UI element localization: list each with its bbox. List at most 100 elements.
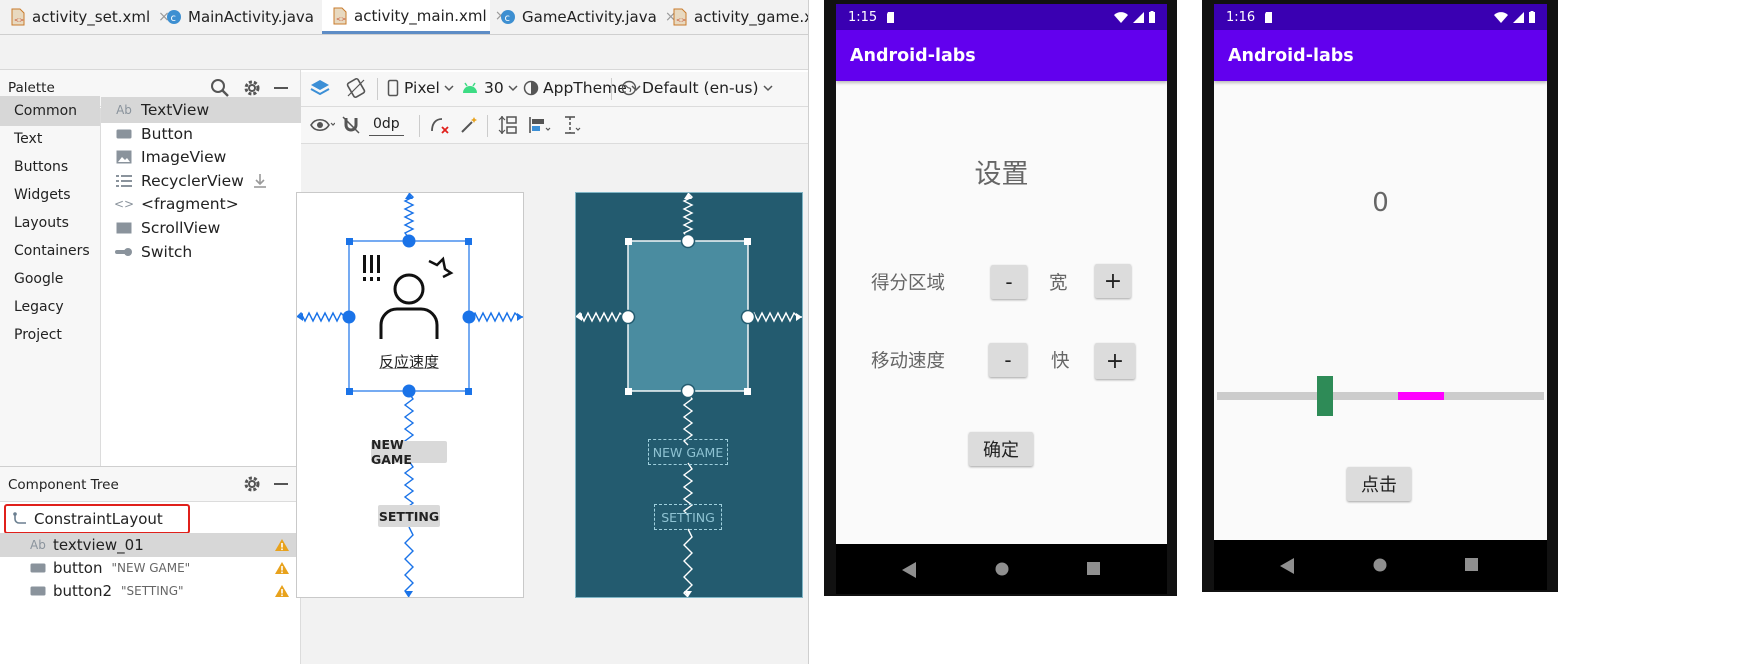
palette-category-buttons[interactable]: Buttons: [0, 152, 100, 182]
move-speed-label: 移动速度: [871, 351, 946, 372]
image-caption: 反应速度: [378, 353, 439, 371]
status-time: 1:15: [848, 9, 878, 25]
margin-value: 0dp: [373, 116, 400, 132]
tab-activity-game-xml[interactable]: <> activity_game.xm: [672, 0, 808, 34]
magic-wand-icon[interactable]: [459, 115, 479, 135]
tree-item-text: "SETTING": [121, 584, 184, 598]
navigation-bar: [1214, 540, 1547, 590]
tree-item-id: button2: [53, 582, 113, 600]
palette-category-widgets[interactable]: Widgets: [0, 180, 100, 210]
clear-constraints-icon[interactable]: [429, 115, 451, 135]
home-icon[interactable]: [995, 562, 1009, 576]
warning-icon[interactable]: [274, 584, 290, 598]
phone-icon: [387, 79, 399, 97]
orientation-icon[interactable]: [345, 77, 367, 99]
game-screen: 1:16 Android-labs 0 点击: [1214, 4, 1547, 590]
status-bar: 1:15: [836, 4, 1167, 30]
palette-item-label: ImageView: [141, 148, 227, 167]
device-selector[interactable]: Pixel: [387, 79, 454, 97]
warning-icon[interactable]: [274, 538, 290, 552]
confirm-button[interactable]: 确定: [969, 432, 1033, 466]
game-paddle: [1317, 376, 1333, 416]
palette-category-project[interactable]: Project: [0, 320, 100, 350]
palette-item-switch[interactable]: Switch: [101, 239, 301, 265]
button-widget-icon: [30, 585, 46, 597]
tab-label: activity_main.xml: [354, 6, 487, 25]
component-tree-title: Component Tree: [8, 477, 119, 493]
palette-category-text[interactable]: Text: [0, 124, 100, 154]
palette-item-recyclerview[interactable]: RecyclerView: [101, 168, 301, 194]
back-icon[interactable]: [1280, 558, 1294, 574]
back-icon[interactable]: [902, 562, 916, 578]
palette-category-legacy[interactable]: Legacy: [0, 292, 100, 322]
palette-item-imageview[interactable]: ImageView: [101, 144, 301, 170]
api-level-selector[interactable]: 30: [461, 79, 518, 97]
status-icons: [1494, 11, 1535, 23]
tab-activity-main-xml[interactable]: <> activity_main.xml ×: [322, 0, 506, 34]
recyclerview-icon: [115, 174, 133, 188]
align-icon[interactable]: [527, 114, 551, 136]
gear-icon[interactable]: [242, 474, 262, 494]
tree-item-root[interactable]: ConstraintLayout: [0, 507, 300, 531]
palette-item-button[interactable]: Button: [101, 121, 301, 147]
tree-item-id: button: [53, 559, 103, 577]
guidelines-icon[interactable]: [559, 114, 581, 136]
tab-game-activity-java[interactable]: c GameActivity.java ×: [500, 0, 677, 34]
palette-item-label: TextView: [141, 101, 210, 119]
overview-icon[interactable]: [1465, 558, 1478, 571]
svg-text:<>: <>: [336, 16, 346, 23]
search-icon[interactable]: [210, 78, 230, 98]
tab-main-activity-java[interactable]: c MainActivity.java ×: [166, 0, 334, 34]
default-margin-field[interactable]: 0dp: [369, 113, 404, 136]
home-icon[interactable]: [1373, 558, 1387, 572]
tab-activity-set-xml[interactable]: <> activity_set.xml ×: [10, 0, 170, 34]
tab-label: MainActivity.java: [188, 8, 314, 26]
pack-icon[interactable]: [497, 114, 519, 136]
score-area-label: 得分区域: [871, 273, 946, 294]
score-area-value: 宽: [1049, 273, 1068, 294]
new-game-button-blueprint[interactable]: NEW GAME: [648, 439, 728, 465]
score-area-plus-button[interactable]: +: [1095, 264, 1131, 298]
palette-category-common[interactable]: Common: [0, 96, 100, 126]
minimize-icon[interactable]: [274, 87, 288, 89]
minimize-icon[interactable]: [274, 483, 288, 485]
svg-text:c: c: [505, 13, 511, 24]
button-widget-icon: [30, 562, 46, 574]
setting-button-preview[interactable]: SETTING: [378, 505, 440, 527]
new-game-button-preview[interactable]: NEW GAME: [371, 437, 447, 467]
cell-signal-icon: [1513, 11, 1524, 23]
palette-category-google[interactable]: Google: [0, 264, 100, 294]
tree-item-label: ConstraintLayout: [34, 510, 163, 528]
status-icons: [1114, 11, 1155, 23]
setting-button-blueprint[interactable]: SETTING: [654, 504, 722, 530]
magnet-off-icon[interactable]: [341, 115, 361, 135]
sd-card-icon: [1265, 11, 1273, 23]
eye-icon[interactable]: [309, 115, 335, 135]
layers-icon[interactable]: [309, 77, 331, 99]
tap-button[interactable]: 点击: [1347, 467, 1411, 501]
tree-item-button[interactable]: button "NEW GAME": [0, 556, 300, 580]
settings-screen: 1:15 Android-labs 设置 得分区域 - 宽 + 移动速度 - 快…: [836, 4, 1167, 594]
download-icon[interactable]: [253, 173, 267, 189]
palette-item-scrollview[interactable]: ScrollView: [101, 215, 301, 241]
theme-label: AppTheme: [543, 79, 627, 97]
palette-item-textview[interactable]: Ab TextView: [101, 97, 301, 123]
move-speed-minus-button[interactable]: -: [989, 343, 1027, 377]
palette-category-layouts[interactable]: Layouts: [0, 208, 100, 238]
palette-item-label: <fragment>: [141, 195, 239, 214]
move-speed-plus-button[interactable]: +: [1095, 343, 1135, 379]
target-zone: [1398, 392, 1444, 400]
tree-item-textview-01[interactable]: Ab textview_01: [0, 533, 300, 557]
tree-item-button2[interactable]: button2 "SETTING": [0, 579, 300, 603]
locale-selector[interactable]: Default (en-us): [621, 79, 773, 97]
textview-icon: Ab: [116, 103, 132, 117]
palette-category-containers[interactable]: Containers: [0, 236, 100, 266]
locale-label: Default (en-us): [642, 79, 759, 97]
palette-item-fragment[interactable]: <> <fragment>: [101, 191, 301, 217]
android-icon: [461, 81, 479, 95]
score-area-minus-button[interactable]: -: [991, 265, 1027, 299]
gear-icon[interactable]: [242, 78, 262, 98]
overview-icon[interactable]: [1087, 562, 1100, 575]
warning-icon[interactable]: [274, 561, 290, 575]
java-class-icon: c: [166, 9, 182, 25]
